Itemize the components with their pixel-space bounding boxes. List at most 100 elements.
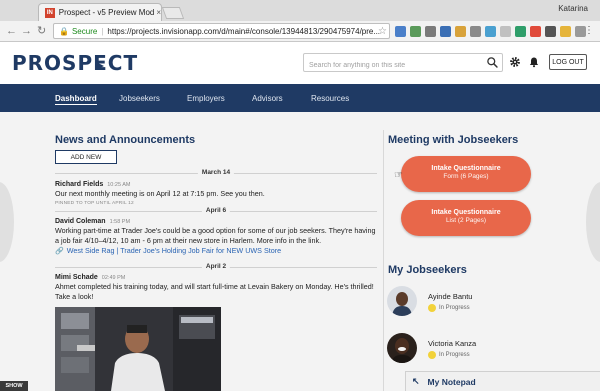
main-nav: Dashboard Jobseekers Employers Advisors … [0, 84, 600, 112]
cta-line1: Intake Questionnaire [431, 165, 501, 172]
status-dot-icon [428, 304, 436, 312]
forward-arrow-icon[interactable]: → [21, 25, 32, 37]
extension-icon[interactable] [455, 26, 466, 37]
avatar [387, 286, 417, 316]
notepad-label: My Notepad [427, 376, 476, 387]
date-divider: March 14 [55, 169, 377, 177]
nav-dashboard[interactable]: Dashboard [55, 94, 97, 105]
bookmark-star-icon[interactable]: ☆ [378, 26, 387, 37]
date-label: April 2 [201, 263, 231, 270]
post-header: Richard Fields 10:25 AM [55, 181, 380, 188]
expand-arrow-icon: ↖ [412, 376, 420, 386]
cta-line2: List (2 Pages) [445, 217, 487, 224]
post-author[interactable]: Richard Fields [55, 181, 103, 188]
date-divider: April 2 [55, 263, 377, 271]
secure-label: Secure [71, 26, 98, 36]
jobseeker-item[interactable]: Victoria Kanza In Progress [387, 333, 587, 367]
add-new-button[interactable]: ADD NEW [55, 150, 117, 164]
news-title: News and Announcements [55, 134, 196, 146]
extension-icon[interactable] [395, 26, 406, 37]
post-body: Ahmet completed his training today, and … [55, 282, 374, 301]
victoria-avatar-image [387, 333, 417, 363]
post-link[interactable]: 🔗 West Side Rag | Trader Joe's Holding J… [55, 246, 380, 255]
logo-arrow-icon [96, 62, 104, 70]
jobseeker-name[interactable]: Victoria Kanza [428, 339, 476, 348]
logout-button[interactable]: LOG OUT [549, 54, 587, 70]
browser-menu-icon[interactable]: ⋮ [584, 25, 594, 36]
extension-icon[interactable] [440, 26, 451, 37]
next-arrow-handle[interactable] [586, 182, 600, 262]
news-post: David Coleman 1:58 PM Working part-time a… [55, 218, 380, 255]
bell-icon[interactable] [528, 56, 540, 68]
extension-icon[interactable] [560, 26, 571, 37]
site-search [303, 53, 503, 74]
extension-icon[interactable] [500, 26, 511, 37]
ayinde-avatar-image [387, 286, 417, 316]
url-text: https://projects.invisionapp.com/d/main#… [107, 26, 381, 36]
cta-line2: Form (6 Pages) [443, 173, 489, 180]
cta-line1: Intake Questionnaire [431, 209, 501, 216]
address-separator: | [101, 26, 104, 36]
date-divider: April 6 [55, 207, 377, 215]
notepad-drawer[interactable]: ↖ My Notepad [405, 371, 600, 391]
lock-icon: 🔒 [59, 26, 69, 36]
status-text: In Progress [439, 352, 470, 358]
browser-tabstrip: IN Prospect - v5 Preview Mode - × Katari… [0, 0, 600, 21]
address-bar[interactable]: 🔒 Secure | https://projects.invisionapp.… [53, 23, 390, 39]
jobseekers-title: My Jobseekers [388, 264, 467, 276]
post-header: David Coleman 1:58 PM [55, 218, 380, 225]
nav-employers[interactable]: Employers [187, 94, 225, 103]
link-icon: 🔗 [55, 247, 64, 255]
tab-close-icon[interactable]: × [156, 8, 161, 17]
extension-icon[interactable] [410, 26, 421, 37]
search-icon[interactable] [486, 56, 499, 69]
post-photo[interactable] [55, 307, 221, 391]
nav-jobseekers[interactable]: Jobseekers [119, 94, 160, 103]
intake-form-button[interactable]: Intake Questionnaire Form (6 Pages) [401, 156, 531, 192]
extension-icon[interactable] [515, 26, 526, 37]
bakery-photo-image [55, 307, 221, 391]
mouse-cursor-icon: ☞ [394, 170, 403, 181]
prev-arrow-handle[interactable] [0, 182, 14, 262]
back-arrow-icon[interactable]: ← [6, 25, 17, 37]
search-input[interactable] [304, 57, 484, 74]
post-body: Working part-time at Trader Joe's could … [55, 226, 376, 245]
post-link-text[interactable]: West Side Rag | Trader Joe's Holding Job… [67, 246, 281, 255]
extension-icon[interactable] [530, 26, 541, 37]
extension-icon[interactable] [545, 26, 556, 37]
extension-icon[interactable] [485, 26, 496, 37]
nav-resources[interactable]: Resources [311, 94, 349, 103]
post-body: Our next monthly meeting is on April 12 … [55, 189, 265, 198]
post-author[interactable]: Mimi Schade [55, 274, 98, 281]
intake-list-button[interactable]: Intake Questionnaire List (2 Pages) [401, 200, 531, 236]
post-time: 02:49 PM [101, 275, 126, 281]
tab-title: Prospect - v5 Preview Mode - [58, 8, 155, 17]
jobseeker-item[interactable]: Ayinde Bantu In Progress [387, 286, 587, 320]
show-button[interactable]: SHOW [0, 381, 28, 391]
post-author[interactable]: David Coleman [55, 218, 106, 225]
dashboard-main: News and Announcements ADD NEW March 14 … [0, 112, 600, 391]
post-time: 1:58 PM [109, 219, 131, 225]
news-post: Mimi Schade 02:49 PM Ahmet completed his … [55, 274, 380, 301]
column-divider [383, 130, 384, 391]
browser-toolbar: ← → ↻ 🔒 Secure | https://projects.invisi… [0, 21, 600, 42]
status-text: In Progress [439, 305, 470, 311]
meetings-title: Meeting with Jobseekers [388, 134, 519, 146]
gear-icon[interactable] [509, 56, 521, 68]
date-label: April 6 [201, 207, 231, 214]
date-label: March 14 [197, 169, 235, 176]
status-dot-icon [428, 351, 436, 359]
browser-tab[interactable]: IN Prospect - v5 Preview Mode - × [38, 3, 162, 21]
nav-advisors[interactable]: Advisors [252, 94, 283, 103]
post-time: 10:25 AM [107, 182, 131, 188]
avatar [387, 333, 417, 363]
new-tab-button[interactable] [161, 7, 185, 19]
prospect-logo[interactable]: PROSPECT [12, 51, 138, 75]
post-header: Mimi Schade 02:49 PM [55, 274, 380, 281]
extension-icon[interactable] [470, 26, 481, 37]
extension-icon[interactable] [425, 26, 436, 37]
reload-icon[interactable]: ↻ [37, 25, 46, 37]
jobseeker-name[interactable]: Ayinde Bantu [428, 292, 472, 301]
browser-profile-name[interactable]: Katarina [558, 4, 588, 13]
news-post: Richard Fields 10:25 AM Our next monthly … [55, 181, 380, 206]
